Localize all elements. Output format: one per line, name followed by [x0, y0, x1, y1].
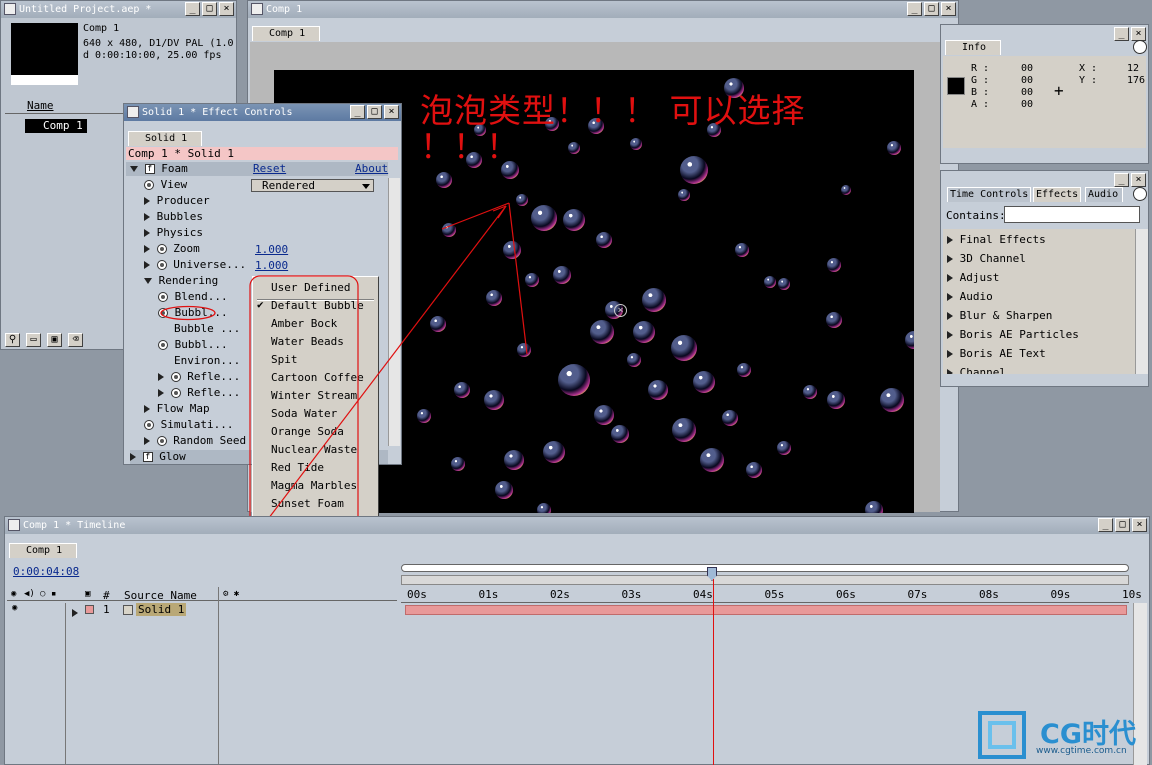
layer-label-color[interactable]: [85, 605, 94, 614]
label-column-icon: ▣: [85, 589, 91, 599]
layer-duration-bar[interactable]: [405, 605, 1127, 615]
maximize-button[interactable]: □: [1115, 518, 1130, 532]
work-area-bar[interactable]: [401, 564, 1129, 572]
eye-icon[interactable]: ◉: [11, 589, 16, 599]
layer-eye-icon[interactable]: ◉: [12, 603, 17, 613]
close-button[interactable]: ×: [1132, 518, 1147, 532]
current-time-indicator: [713, 579, 714, 765]
time-tick-label: 05s: [764, 588, 785, 601]
expand-layer-icon[interactable]: [72, 606, 78, 619]
number-column-header: #: [103, 589, 110, 602]
time-tick-label: 02s: [550, 588, 570, 601]
current-timecode[interactable]: 0:00:04:08: [13, 565, 79, 578]
timeline-title-bar[interactable]: Comp 1 * Timeline _ □ ×: [5, 517, 1149, 534]
time-tick-label: 03s: [621, 588, 642, 601]
outline-column-divider: [65, 603, 66, 765]
time-tick-label: 04s: [693, 588, 713, 601]
switches-header: ⚙ ✱: [223, 589, 240, 599]
solo-icon[interactable]: ○: [40, 589, 45, 599]
source-name-header[interactable]: Source Name: [124, 589, 197, 602]
time-tick-label: 09s: [1050, 588, 1071, 601]
time-tick-label: 08s: [979, 588, 999, 601]
time-tick-label: 10s: [1122, 588, 1142, 601]
lock-icon[interactable]: ▪: [51, 589, 56, 599]
time-tick-label: 06s: [836, 588, 856, 601]
work-area-slider[interactable]: [401, 575, 1129, 585]
switches-column-divider: [218, 587, 219, 765]
time-tick-label: 07s: [907, 588, 928, 601]
timeline-columns-header: [7, 587, 397, 601]
minimize-button[interactable]: _: [1098, 518, 1113, 532]
layer-type-icon: [123, 605, 133, 615]
layer-name[interactable]: Solid 1: [136, 603, 187, 616]
layer-number: 1: [103, 603, 110, 616]
time-tick-label: 01s: [478, 588, 499, 601]
watermark-url: www.cgtime.com.cn: [1036, 746, 1127, 756]
time-ruler[interactable]: 00s 01s 02s 03s 04s 05s 06s 07s 08s 09s 10s: [401, 587, 1142, 603]
audio-icon[interactable]: ◀): [24, 589, 35, 599]
tab-timeline-comp[interactable]: Comp 1: [9, 543, 78, 558]
cgtime-logo-icon: [978, 711, 1026, 759]
time-tick-label: 00s: [407, 588, 427, 601]
